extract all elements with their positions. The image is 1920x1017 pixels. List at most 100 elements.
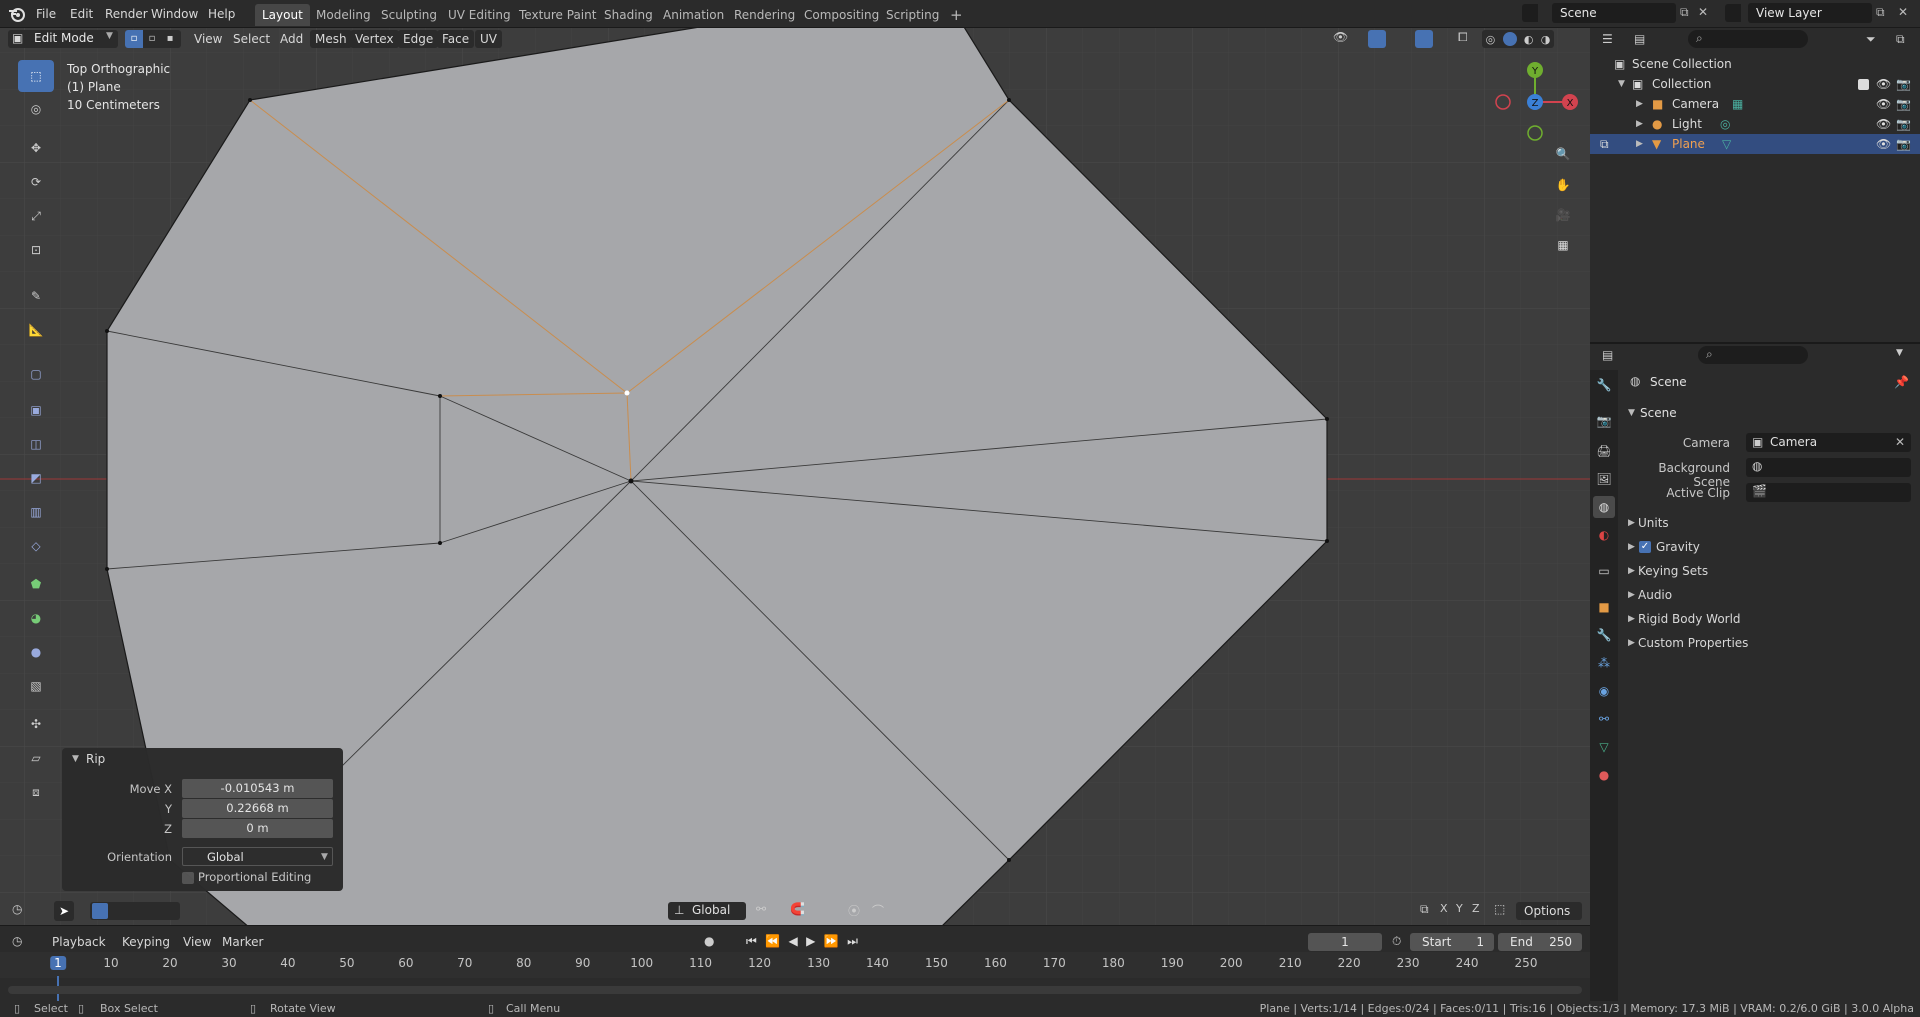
expand-arrow-icon[interactable]: ▶: [1628, 518, 1635, 528]
proportional-editing-checkbox[interactable]: [182, 872, 194, 884]
add-cube-tool-icon[interactable]: ▢: [18, 358, 54, 390]
add-workspace-button[interactable]: +: [943, 4, 970, 26]
knife-tool-icon[interactable]: ◇: [18, 530, 54, 562]
active-clip-field[interactable]: 🎬: [1746, 483, 1911, 502]
tab-layout[interactable]: Layout: [255, 4, 310, 26]
visibility-icon[interactable]: 👁: [1333, 30, 1348, 44]
tweak-icon[interactable]: ➤: [54, 901, 74, 921]
jump-keyframe-forward-icon[interactable]: ⏩: [824, 934, 839, 950]
eye-icon[interactable]: 👁: [1876, 74, 1891, 94]
navigation-gizmo[interactable]: Y X Z: [1490, 60, 1580, 150]
light-data-icon[interactable]: ◎: [1720, 114, 1730, 134]
falloff-icon[interactable]: ⌒: [872, 902, 884, 919]
transform-orientation-select[interactable]: ⊥ Global: [668, 902, 746, 920]
menu-window[interactable]: Window: [145, 5, 204, 23]
mirror-axis-x[interactable]: X: [1440, 902, 1448, 915]
audio-section-label[interactable]: Audio: [1638, 588, 1672, 602]
eye-icon[interactable]: 👁: [1876, 114, 1891, 134]
new-scene-icon[interactable]: ⧉: [1680, 5, 1689, 20]
edit-mode-indicator-icon[interactable]: ⧉: [1600, 134, 1609, 154]
proportional-editing-icon[interactable]: ⦿: [848, 902, 860, 919]
annotate-tool-icon[interactable]: ✎: [18, 280, 54, 312]
timeline-menu-playback[interactable]: Playback: [48, 933, 110, 951]
jump-end-icon[interactable]: ⏭: [847, 934, 858, 950]
rotate-tool-icon[interactable]: ⟳: [18, 166, 54, 198]
scene-field[interactable]: Scene: [1552, 3, 1676, 23]
eye-icon[interactable]: 👁: [1876, 94, 1891, 114]
chevron-down-icon[interactable]: ▼: [1896, 348, 1903, 358]
expand-arrow-icon[interactable]: ▶: [1628, 542, 1635, 552]
clear-camera-icon[interactable]: ✕: [1895, 433, 1905, 452]
set-selection-icon[interactable]: [92, 903, 108, 919]
outliner-collection[interactable]: ▼ ▣ Collection 👁 📷: [1590, 74, 1920, 94]
camera-render-icon[interactable]: 📷: [1896, 134, 1911, 154]
outliner-item-camera[interactable]: ▶ ■ Camera ▦ 👁 📷: [1590, 94, 1920, 114]
jump-start-icon[interactable]: ⏮: [746, 934, 757, 950]
scale-tool-icon[interactable]: ⤢: [18, 200, 54, 232]
tab-modeling[interactable]: Modeling: [309, 4, 378, 26]
orientation-select[interactable]: Global ▼: [182, 847, 333, 866]
shrink-fatten-tool-icon[interactable]: ✣: [18, 708, 54, 740]
poly-build-tool-icon[interactable]: ⬟: [18, 568, 54, 600]
expand-arrow-icon[interactable]: ▶: [1636, 94, 1643, 114]
collection-tab-icon[interactable]: ▭: [1593, 560, 1615, 582]
collection-checkbox[interactable]: [1858, 79, 1869, 90]
cursor-tool-icon[interactable]: ◎: [18, 93, 54, 125]
outliner-item-plane[interactable]: ⧉ ▶ ▼ Plane ▽ 👁 📷: [1590, 134, 1920, 154]
custom-properties-section-label[interactable]: Custom Properties: [1638, 636, 1748, 650]
bevel-tool-icon[interactable]: ◩: [18, 462, 54, 494]
inset-tool-icon[interactable]: ◫: [18, 428, 54, 460]
tab-scripting[interactable]: Scripting: [879, 4, 946, 26]
new-view-layer-icon[interactable]: ⧉: [1876, 5, 1885, 20]
constraints-tab-icon[interactable]: ⚯: [1593, 708, 1615, 730]
pin-icon[interactable]: 📌: [1894, 375, 1909, 389]
move-tool-icon[interactable]: ✥: [18, 132, 54, 164]
move-x-field[interactable]: -0.010543 m: [182, 779, 333, 798]
tab-shading[interactable]: Shading: [597, 4, 660, 26]
modifier-tab-icon[interactable]: 🔧: [1593, 624, 1615, 646]
selection-mode-group[interactable]: [90, 902, 180, 920]
camera-render-icon[interactable]: 📷: [1896, 114, 1911, 134]
edge-slide-tool-icon[interactable]: ▧: [18, 670, 54, 702]
properties-editor-icon[interactable]: ▤: [1602, 348, 1613, 362]
output-tab-icon[interactable]: 🖨: [1593, 440, 1615, 462]
viewport-menu-edge[interactable]: Edge: [398, 30, 439, 48]
gizmo-toggle-icon[interactable]: [1368, 30, 1386, 48]
menu-help[interactable]: Help: [202, 5, 241, 23]
auto-merge-icon[interactable]: ⬚: [1494, 902, 1505, 916]
overlays-toggle-icon[interactable]: [1415, 30, 1433, 48]
physics-tab-icon[interactable]: ◉: [1593, 680, 1615, 702]
expand-arrow-icon[interactable]: ▼: [1618, 74, 1625, 94]
scene-icon[interactable]: [1522, 4, 1538, 22]
snap-icon[interactable]: 🧲: [790, 902, 805, 916]
camera-data-icon[interactable]: ▦: [1732, 94, 1743, 114]
data-tab-icon[interactable]: ▽: [1593, 736, 1615, 758]
transform-tool-icon[interactable]: ⊡: [18, 234, 54, 266]
rip-region-tool-icon[interactable]: ⧈: [18, 776, 54, 808]
expand-arrow-icon[interactable]: ▶: [1628, 614, 1635, 624]
gravity-section-label[interactable]: Gravity: [1656, 540, 1700, 554]
new-collection-icon[interactable]: ⧉: [1896, 32, 1905, 47]
menu-file[interactable]: File: [30, 5, 62, 23]
extrude-tool-icon[interactable]: ▣: [18, 394, 54, 426]
face-select-icon[interactable]: ▪: [161, 30, 179, 48]
mesh-data-icon[interactable]: ▽: [1722, 134, 1731, 154]
camera-render-icon[interactable]: 📷: [1896, 74, 1911, 94]
outliner-item-light[interactable]: ▶ ● Light ◎ 👁 📷: [1590, 114, 1920, 134]
record-icon[interactable]: ●: [704, 934, 714, 948]
view-layer-tab-icon[interactable]: 🖼: [1593, 468, 1615, 490]
current-frame-field[interactable]: 1: [1308, 933, 1382, 951]
particles-tab-icon[interactable]: ⁂: [1593, 652, 1615, 674]
loop-cut-tool-icon[interactable]: ▥: [18, 496, 54, 528]
options-dropdown[interactable]: Options: [1516, 902, 1582, 920]
mirror-axis-z[interactable]: Z: [1472, 902, 1480, 915]
play-reverse-icon[interactable]: ◀: [789, 934, 798, 950]
tab-uv-editing[interactable]: UV Editing: [441, 4, 518, 26]
viewport-menu-vertex[interactable]: Vertex: [350, 30, 399, 48]
menu-edit[interactable]: Edit: [64, 5, 99, 23]
measure-tool-icon[interactable]: 📐: [18, 314, 54, 346]
blender-logo-icon[interactable]: [8, 5, 26, 23]
viewport-menu-uv[interactable]: UV: [475, 30, 502, 48]
tab-animation[interactable]: Animation: [656, 4, 731, 26]
play-icon[interactable]: ▶: [806, 934, 815, 950]
